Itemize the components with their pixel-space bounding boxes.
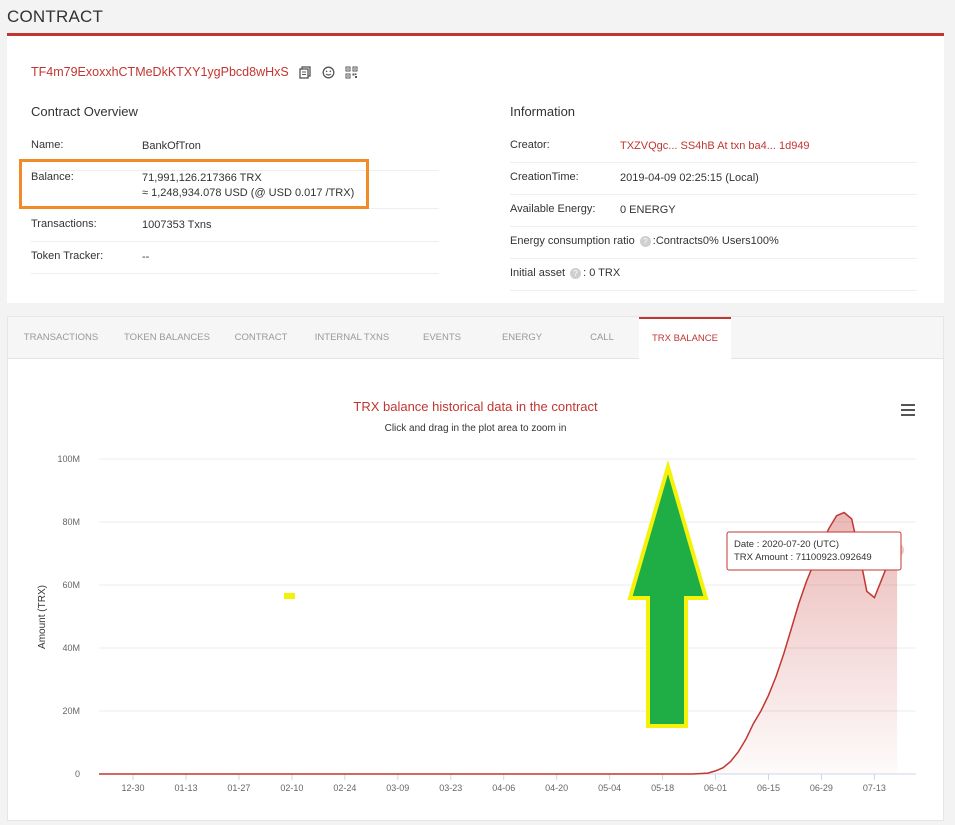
y-axis-title: Amount (TRX) <box>37 585 48 649</box>
chart-tooltip: Date : 2020-07-20 (UTC) TRX Amount : 711… <box>726 531 902 571</box>
tooltip-date: Date : 2020-07-20 (UTC) <box>734 539 839 550</box>
x-tick-label: 01-13 <box>174 783 197 793</box>
y-tick-label: 100M <box>57 454 80 464</box>
y-tick-label: 0 <box>75 769 80 779</box>
x-tick-label: 01-27 <box>227 783 250 793</box>
x-tick-label: 07-13 <box>863 783 886 793</box>
x-tick-label: 03-09 <box>386 783 409 793</box>
tooltip-amount: TRX Amount : 71100923.092649 <box>734 552 872 563</box>
x-tick-label: 05-18 <box>651 783 674 793</box>
green-up-arrow <box>627 459 709 728</box>
y-tick-label: 80M <box>62 517 80 527</box>
x-tick-label: 06-29 <box>810 783 833 793</box>
x-tick-label: 04-20 <box>545 783 568 793</box>
x-tick-label: 02-10 <box>280 783 303 793</box>
trx-balance-chart[interactable]: 0 20M 40M 60M 80M 100M 12-30 01-13 01-27 02-10 02… <box>0 0 955 825</box>
x-tick-label: 06-15 <box>757 783 780 793</box>
x-tick-label: 02-24 <box>333 783 356 793</box>
x-tick-label: 05-04 <box>598 783 621 793</box>
x-tick-label: 03-23 <box>439 783 462 793</box>
x-tick-label: 04-06 <box>492 783 515 793</box>
yellow-marker <box>284 593 295 599</box>
x-tick-label: 12-30 <box>122 783 145 793</box>
y-tick-label: 60M <box>62 580 80 590</box>
x-tick-label: 06-01 <box>704 783 727 793</box>
y-tick-label: 20M <box>62 706 80 716</box>
y-tick-label: 40M <box>62 643 80 653</box>
